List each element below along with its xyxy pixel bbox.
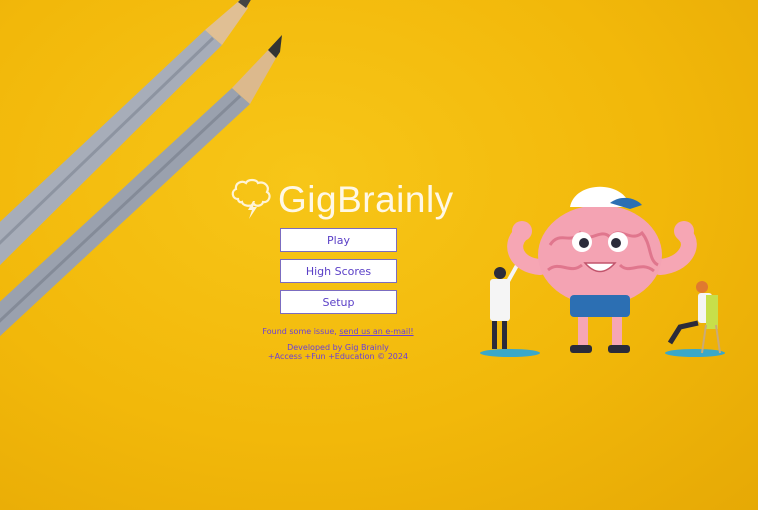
play-button[interactable]: Play xyxy=(280,228,397,252)
setup-button[interactable]: Setup xyxy=(280,290,397,314)
issue-report-line: Found some issue, send us an e-mail! xyxy=(258,327,418,336)
right-scientist xyxy=(667,281,721,354)
developer-line: Developed by Gig Brainly xyxy=(287,343,389,352)
app-name: GigBrainly xyxy=(278,179,454,220)
issue-text: Found some issue, xyxy=(262,327,340,336)
tagline: +Access +Fun +Education © 2024 xyxy=(267,352,409,361)
app-logo: GigBrainly xyxy=(228,176,454,224)
brain-lightning-icon xyxy=(231,178,271,219)
left-scientist xyxy=(490,259,522,349)
email-link[interactable]: send us an e-mail! xyxy=(339,327,413,336)
pencils-illustration xyxy=(0,0,282,337)
developer-credits: Developed by Gig Brainly +Access +Fun +E… xyxy=(258,343,418,361)
brain-character xyxy=(538,186,662,305)
brain-mascot-illustration xyxy=(480,186,725,357)
high-scores-button[interactable]: High Scores xyxy=(280,259,397,283)
